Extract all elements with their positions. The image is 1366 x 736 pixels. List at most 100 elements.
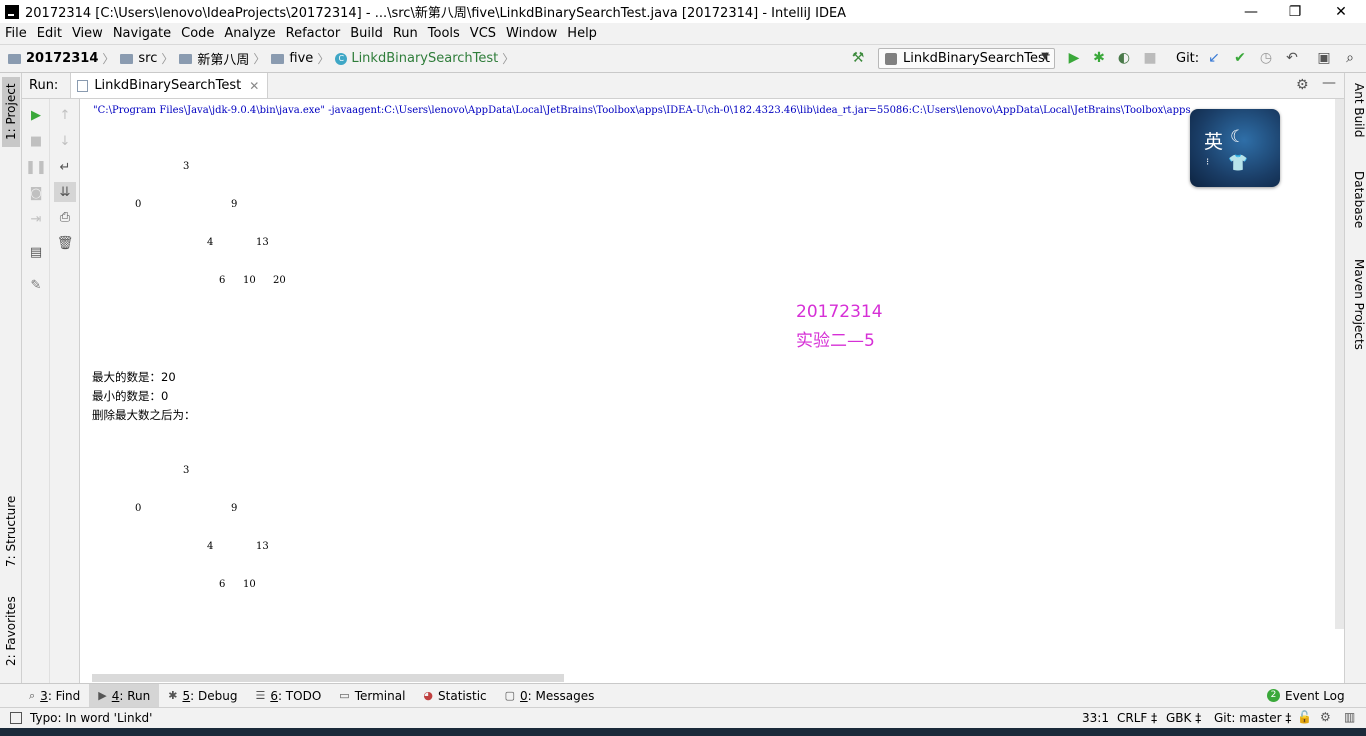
tab-debug[interactable]: ✱ 5: Debug bbox=[159, 684, 246, 708]
soft-wrap-icon[interactable]: ↵ bbox=[57, 159, 73, 175]
terminal-icon: ▭ bbox=[339, 689, 350, 702]
scroll-to-end-icon[interactable]: ⇊ bbox=[54, 182, 76, 202]
search-icon[interactable]: ⌕ bbox=[1342, 50, 1358, 66]
toggle-panels-icon[interactable] bbox=[10, 712, 22, 724]
file-icon bbox=[77, 79, 89, 92]
breadcrumb-src[interactable]: src 〉 bbox=[120, 50, 177, 67]
lock-icon[interactable]: 🔓 bbox=[1297, 710, 1312, 724]
cursor-position[interactable]: 33:1 bbox=[1082, 711, 1109, 725]
console-output[interactable]: "C:\Program Files\Java\jdk-9.0.4\bin\jav… bbox=[80, 99, 1335, 683]
bottom-tool-tabs: ⌕ 3: Find ▶ 4: Run ✱ 5: Debug ☰ 6: TODO … bbox=[0, 683, 1366, 708]
window-title: 20172314 [C:\Users\lenovo\IdeaProjects\2… bbox=[25, 6, 847, 21]
project-structure-icon[interactable]: ▣ bbox=[1316, 50, 1332, 66]
tab-maven-projects[interactable]: Maven Projects bbox=[1348, 259, 1366, 359]
trash-icon[interactable]: 🗑 bbox=[57, 235, 74, 251]
tab-database[interactable]: Database bbox=[1348, 171, 1366, 241]
breadcrumb-class[interactable]: C LinkdBinarySearchTest 〉 bbox=[335, 50, 518, 67]
git-branch[interactable]: Git: master ‡ bbox=[1214, 711, 1291, 725]
layout-icon[interactable]: ▤ bbox=[28, 244, 44, 260]
git-update-icon[interactable]: ↙ bbox=[1206, 50, 1222, 66]
pause-icon[interactable]: ❚❚ bbox=[25, 159, 47, 175]
tree1-node: 6 bbox=[219, 275, 226, 286]
breadcrumb-package[interactable]: 新第八周 〉 bbox=[179, 49, 269, 68]
tab-run[interactable]: ▶ 4: Run bbox=[89, 683, 160, 708]
debug-icon[interactable]: ✱ bbox=[1091, 50, 1107, 66]
settings-gear-icon[interactable]: ⚙ bbox=[1296, 77, 1309, 93]
stop-icon[interactable]: ■ bbox=[28, 133, 44, 149]
tree1-node: 10 bbox=[243, 275, 256, 286]
tab-terminal[interactable]: ▭ Terminal bbox=[330, 684, 414, 708]
git-commit-icon[interactable]: ✔ bbox=[1232, 50, 1248, 66]
run-icon[interactable]: ▶ bbox=[1066, 50, 1082, 66]
package-icon bbox=[179, 53, 193, 64]
menu-help[interactable]: Help bbox=[562, 26, 602, 41]
tab-favorites[interactable]: 2: Favorites bbox=[2, 591, 20, 671]
run-tab[interactable]: LinkdBinarySearchTest ✕ bbox=[70, 73, 269, 98]
file-encoding[interactable]: GBK ‡ bbox=[1166, 711, 1201, 725]
minimize-button[interactable]: — bbox=[1228, 0, 1274, 23]
menu-tools[interactable]: Tools bbox=[423, 26, 465, 41]
vertical-scrollbar[interactable] bbox=[1335, 99, 1344, 629]
menu-file[interactable]: File bbox=[0, 26, 32, 41]
tab-ant-build[interactable]: Ant Build bbox=[1348, 83, 1366, 153]
inspector-icon[interactable]: ⚙ bbox=[1320, 710, 1331, 724]
arrow-down-icon[interactable]: ↓ bbox=[57, 133, 73, 149]
menu-refactor[interactable]: Refactor bbox=[281, 26, 346, 41]
menu-window[interactable]: Window bbox=[501, 26, 562, 41]
menu-code[interactable]: Code bbox=[176, 26, 219, 41]
chevron-right-icon: 〉 bbox=[317, 52, 330, 66]
run-toolbar-secondary: ↑ ↓ ↵ ⇊ ⎙ 🗑 bbox=[50, 99, 80, 683]
tab-messages[interactable]: ▢ 0: Messages bbox=[496, 684, 604, 708]
run-configuration-select[interactable]: LinkdBinarySearchTest ▼ bbox=[878, 48, 1055, 69]
chevron-right-icon: 〉 bbox=[253, 52, 266, 66]
search-icon: ⌕ bbox=[29, 688, 36, 702]
tree2-node: 9 bbox=[231, 503, 238, 514]
menu-bar: File Edit View Navigate Code Analyze Ref… bbox=[0, 23, 1366, 44]
login-icon[interactable]: ⇥ bbox=[28, 211, 44, 227]
tab-structure[interactable]: 7: Structure bbox=[2, 491, 20, 571]
pin-icon[interactable]: ✎ bbox=[28, 277, 44, 293]
tree2-node: 4 bbox=[207, 541, 214, 552]
chevron-right-icon: 〉 bbox=[161, 52, 174, 66]
line-separator[interactable]: CRLF ‡ bbox=[1117, 711, 1157, 725]
tab-find[interactable]: ⌕ 3: Find bbox=[20, 684, 89, 708]
memory-indicator-icon[interactable]: ▥ bbox=[1344, 710, 1355, 724]
status-bar: Typo: In word 'Linkd' 33:1 CRLF ‡ GBK ‡ … bbox=[0, 707, 1366, 728]
menu-run[interactable]: Run bbox=[388, 26, 423, 41]
tab-project[interactable]: 1: Project bbox=[2, 77, 20, 147]
menu-vcs[interactable]: VCS bbox=[465, 26, 501, 41]
menu-edit[interactable]: Edit bbox=[32, 26, 67, 41]
ime-language-label: 英 bbox=[1204, 131, 1224, 153]
close-tab-icon[interactable]: ✕ bbox=[249, 79, 259, 93]
ime-language-widget[interactable]: 英 ☾ 👕 ⁝ bbox=[1190, 109, 1280, 187]
menu-build[interactable]: Build bbox=[345, 26, 388, 41]
run-toolbar-primary: ▶ ■ ❚❚ ◙ ⇥ ▤ ✎ bbox=[22, 99, 50, 683]
menu-view[interactable]: View bbox=[67, 26, 108, 41]
coverage-icon[interactable]: ◐ bbox=[1116, 50, 1132, 66]
stop-icon[interactable]: ■ bbox=[1142, 50, 1158, 66]
hide-panel-icon[interactable]: — bbox=[1322, 75, 1336, 91]
tab-statistic[interactable]: ◕ Statistic bbox=[414, 684, 495, 708]
event-log-button[interactable]: 2 Event Log bbox=[1258, 684, 1354, 708]
menu-analyze[interactable]: Analyze bbox=[219, 26, 280, 41]
tab-todo[interactable]: ☰ 6: TODO bbox=[246, 684, 330, 708]
rerun-icon[interactable]: ▶ bbox=[28, 107, 44, 123]
print-icon[interactable]: ⎙ bbox=[57, 209, 73, 225]
maximize-button[interactable]: ❐ bbox=[1272, 0, 1318, 23]
menu-navigate[interactable]: Navigate bbox=[108, 26, 176, 41]
git-history-icon[interactable]: ◷ bbox=[1258, 50, 1274, 66]
dots-icon: ⁝ bbox=[1206, 157, 1210, 168]
tree1-node: 3 bbox=[183, 161, 190, 172]
breadcrumb-five[interactable]: five 〉 bbox=[271, 50, 333, 67]
debug-bug-icon: ✱ bbox=[168, 689, 178, 702]
arrow-up-icon[interactable]: ↑ bbox=[57, 107, 73, 123]
close-button[interactable]: ✕ bbox=[1318, 0, 1364, 23]
revert-icon[interactable]: ↶ bbox=[1284, 50, 1300, 66]
package-icon bbox=[271, 53, 285, 64]
messages-icon: ▢ bbox=[504, 689, 516, 702]
horizontal-scrollbar[interactable] bbox=[92, 674, 564, 682]
breadcrumb-project[interactable]: 20172314 〉 bbox=[8, 50, 118, 67]
moon-icon: ☾ bbox=[1230, 127, 1246, 147]
build-hammer-icon[interactable]: ⚒ bbox=[850, 50, 866, 66]
camera-icon[interactable]: ◙ bbox=[28, 185, 44, 201]
